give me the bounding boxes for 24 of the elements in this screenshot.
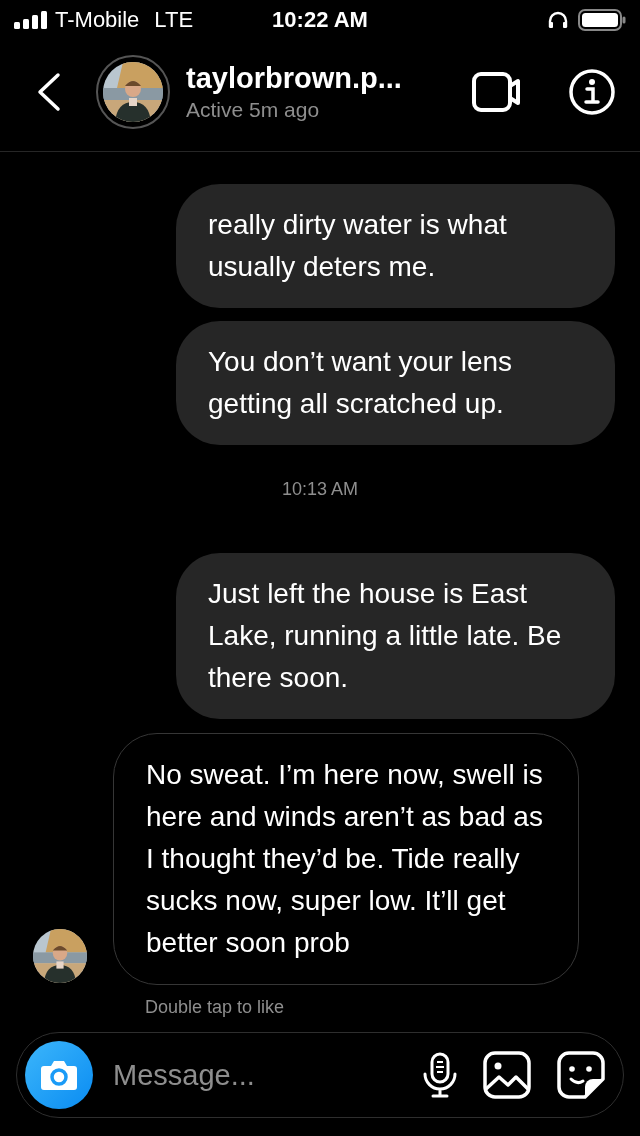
sent-message: You don’t want your lens getting all scratched up. [176,321,615,445]
received-message: No sweat. I’m here now, swell is here and winds aren’t as bad as I thought they’d be. Tide really sucks now, super low. It’ll get better soon prob [113,733,579,985]
camera-button[interactable] [25,1041,93,1109]
timestamp: 10:13 AM [281,479,359,500]
like-hint: Double tap to like [145,997,286,1018]
sent-message: really dirty water is what usually deters me. [176,184,615,308]
back-button[interactable] [36,71,62,112]
sender-avatar[interactable] [33,929,87,983]
sticker-icon[interactable] [557,1051,605,1099]
sent-message: Just left the house is East Lake, running a little late. Be there soon. [176,553,615,719]
status-time: 10:22 AM [272,7,368,33]
microphone-icon[interactable] [423,1052,457,1098]
video-call-icon[interactable] [472,71,522,112]
message-field[interactable]: Message... [111,1057,397,1093]
gallery-icon[interactable] [483,1051,531,1099]
info-icon[interactable] [568,67,616,116]
username[interactable]: taylorbrown.p... [186,59,442,96]
profile-avatar[interactable] [96,54,170,129]
signal-icon [14,11,48,29]
battery-icon [578,9,626,31]
network-type: LTE [154,7,194,33]
activity-status: Active 5m ago [186,96,321,123]
headphones-icon [548,11,568,29]
carrier-name: T-Mobile [55,7,140,33]
